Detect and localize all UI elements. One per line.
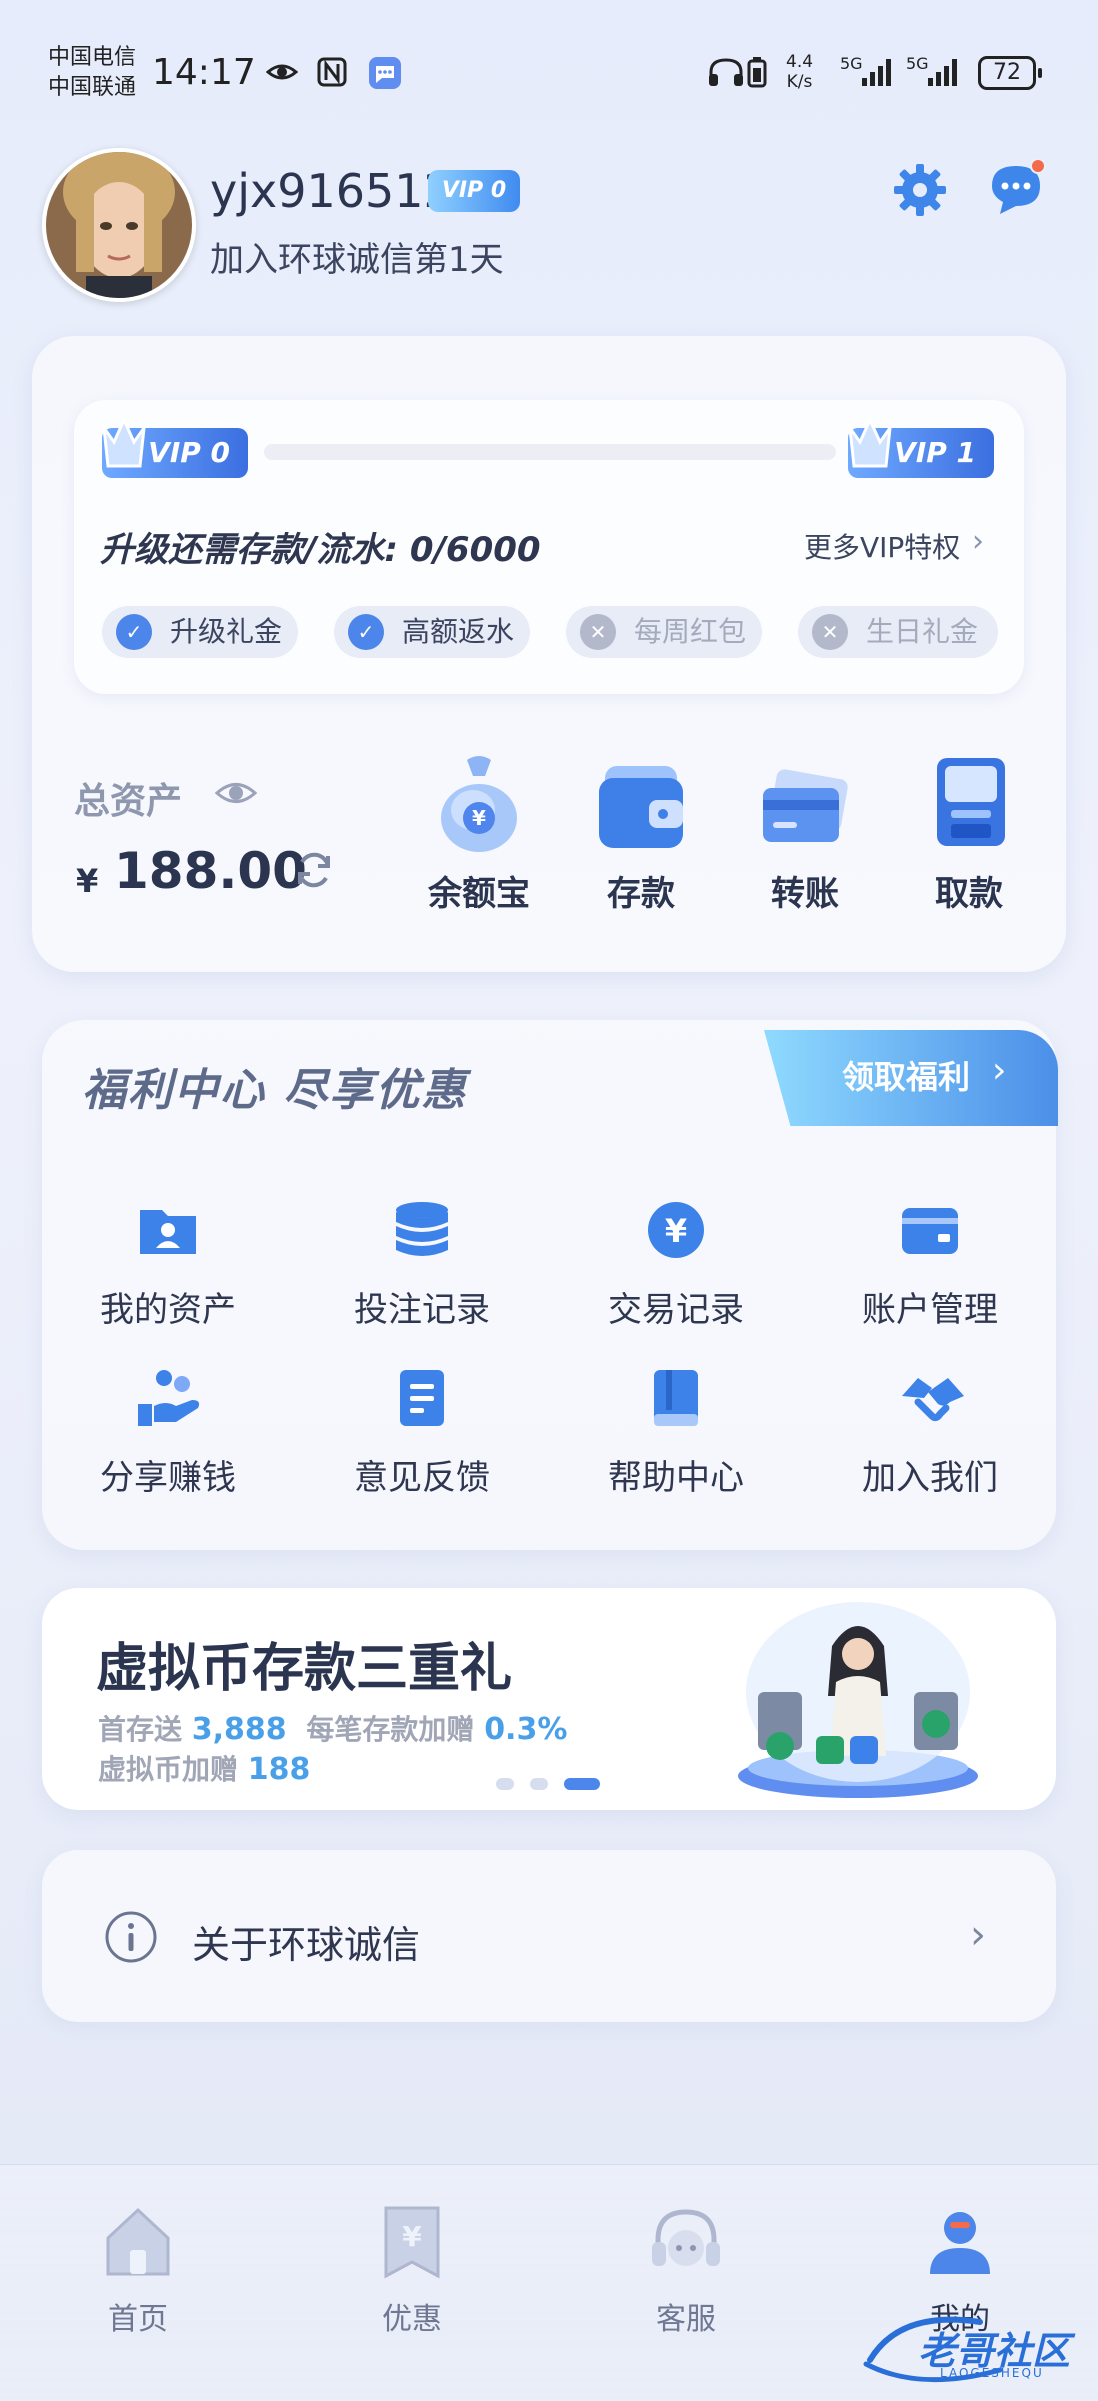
eye-icon[interactable] — [214, 776, 258, 810]
watermark-logo: 老哥社区 LAOGESHEQU — [860, 2300, 1090, 2390]
status-time: 14:17 — [152, 52, 256, 93]
about-label: 关于环球诚信 — [192, 1923, 421, 1967]
vip-perk-label: 每周红包 — [634, 615, 747, 648]
headset-icon — [646, 2204, 726, 2280]
atm-icon — [919, 752, 1019, 856]
chat-app-icon — [368, 56, 401, 89]
database-icon — [390, 1198, 454, 1262]
balance-value: 188.00 — [114, 842, 307, 900]
settings-button[interactable] — [890, 160, 950, 220]
share-hand-icon — [136, 1366, 200, 1430]
promo-line-2: 虚拟币加赠 188 — [98, 1752, 311, 1787]
total-assets-label: 总资产 — [74, 781, 183, 822]
yuan-coin-icon: ¥ — [644, 1198, 708, 1262]
messages-button[interactable] — [986, 158, 1048, 220]
grid-my-assets[interactable]: 我的资产 — [58, 1198, 278, 1331]
info-icon — [104, 1910, 158, 1964]
crown-icon — [101, 416, 147, 468]
check-icon: ✓ — [348, 614, 384, 650]
more-vip-link[interactable]: 更多VIP特权 — [804, 526, 960, 566]
svg-text:¥: ¥ — [665, 1212, 687, 1250]
profile-icon — [920, 2204, 1000, 2280]
headphones-icon — [706, 56, 746, 88]
username: yjx916512 — [210, 164, 453, 218]
promo-illustration — [718, 1596, 998, 1802]
action-withdraw[interactable]: 取款 — [904, 752, 1034, 915]
crown-icon — [847, 416, 893, 468]
svg-text:¥: ¥ — [402, 2220, 422, 2253]
tab-customer-service[interactable]: 客服 — [606, 2204, 766, 2338]
upgrade-requirement-text: 升级还需存款/流水: 0/6000 — [100, 530, 541, 570]
action-yuebao[interactable]: ¥ 余额宝 — [414, 752, 544, 915]
signal-icon-2: 5G — [906, 54, 962, 90]
grid-feedback[interactable]: 意见反馈 — [312, 1366, 532, 1499]
grid-bet-records[interactable]: 投注记录 — [312, 1198, 532, 1331]
vip-perk-chip: ✓ 升级礼金 — [102, 606, 298, 658]
chevron-right-icon[interactable]: › — [972, 524, 984, 559]
carousel-dot[interactable] — [496, 1778, 514, 1790]
wallet-card-icon — [898, 1198, 962, 1262]
close-icon: ✕ — [812, 614, 848, 650]
document-icon — [390, 1366, 454, 1430]
vip-level-badge: VIP 0 — [428, 170, 520, 212]
claim-welfare-label[interactable]: 领取福利 — [842, 1052, 970, 1098]
network-speed: 4.4 K/s — [786, 52, 814, 92]
close-icon: ✕ — [580, 614, 616, 650]
action-transfer[interactable]: 转账 — [740, 752, 870, 915]
chevron-right-icon[interactable]: › — [992, 1050, 1006, 1091]
nfc-icon — [316, 56, 348, 88]
home-icon — [98, 2204, 178, 2280]
svg-text:¥: ¥ — [472, 806, 486, 830]
vip-perk-label: 生日礼金 — [866, 615, 979, 648]
eye-icon — [265, 56, 299, 88]
chat-bubble-icon — [986, 158, 1048, 224]
welfare-title: 福利中心 尽享优惠 — [82, 1065, 468, 1116]
grid-help-center[interactable]: 帮助中心 — [566, 1366, 786, 1499]
currency-symbol: ¥ — [76, 862, 99, 900]
carousel-dot[interactable] — [530, 1778, 548, 1790]
carrier-label-1: 中国电信 — [48, 45, 137, 70]
promo-line-1: 首存送 3,888 每笔存款加赠 0.3% — [98, 1712, 568, 1747]
avatar[interactable] — [42, 148, 196, 302]
coupon-icon: ¥ — [372, 2204, 452, 2280]
vip-perk-chip: ✓ 高额返水 — [334, 606, 530, 658]
refresh-icon[interactable] — [292, 848, 336, 892]
tab-offers[interactable]: ¥ 优惠 — [332, 2204, 492, 2338]
transfer-card-icon — [755, 752, 855, 856]
check-icon: ✓ — [116, 614, 152, 650]
phone-battery-icon — [746, 56, 768, 88]
promo-title: 虚拟币存款三重礼 — [96, 1639, 513, 1699]
gear-icon — [890, 164, 950, 224]
vip-next-tag: VIP 1 — [847, 416, 994, 478]
vip-perk-label: 高额返水 — [402, 615, 515, 648]
grid-join-us[interactable]: 加入我们 — [820, 1366, 1040, 1499]
grid-account-management[interactable]: 账户管理 — [820, 1198, 1040, 1331]
vip-perk-label: 升级礼金 — [170, 615, 283, 648]
wallet-icon — [591, 752, 691, 856]
battery-indicator: 72 — [978, 56, 1042, 90]
carousel-dot-active[interactable] — [564, 1778, 600, 1790]
book-icon — [644, 1366, 708, 1430]
signal-icon-1: 5G — [840, 54, 896, 90]
vip-progress-track — [264, 444, 836, 460]
handshake-icon — [898, 1366, 964, 1430]
money-bag-icon: ¥ — [429, 752, 529, 856]
user-folder-icon — [136, 1198, 200, 1262]
chevron-right-icon[interactable]: › — [970, 1912, 986, 1958]
vip-perk-chip: ✕ 每周红包 — [566, 606, 762, 658]
carrier-label-2: 中国联通 — [48, 75, 137, 100]
grid-transaction-records[interactable]: ¥ 交易记录 — [566, 1198, 786, 1331]
tab-home[interactable]: 首页 — [58, 2204, 218, 2338]
action-deposit[interactable]: 存款 — [576, 752, 706, 915]
join-days-text: 加入环球诚信第1天 — [210, 240, 504, 280]
vip-current-tag: VIP 0 — [101, 416, 248, 478]
vip-perk-chip: ✕ 生日礼金 — [798, 606, 998, 658]
grid-share-earn[interactable]: 分享赚钱 — [58, 1366, 278, 1499]
